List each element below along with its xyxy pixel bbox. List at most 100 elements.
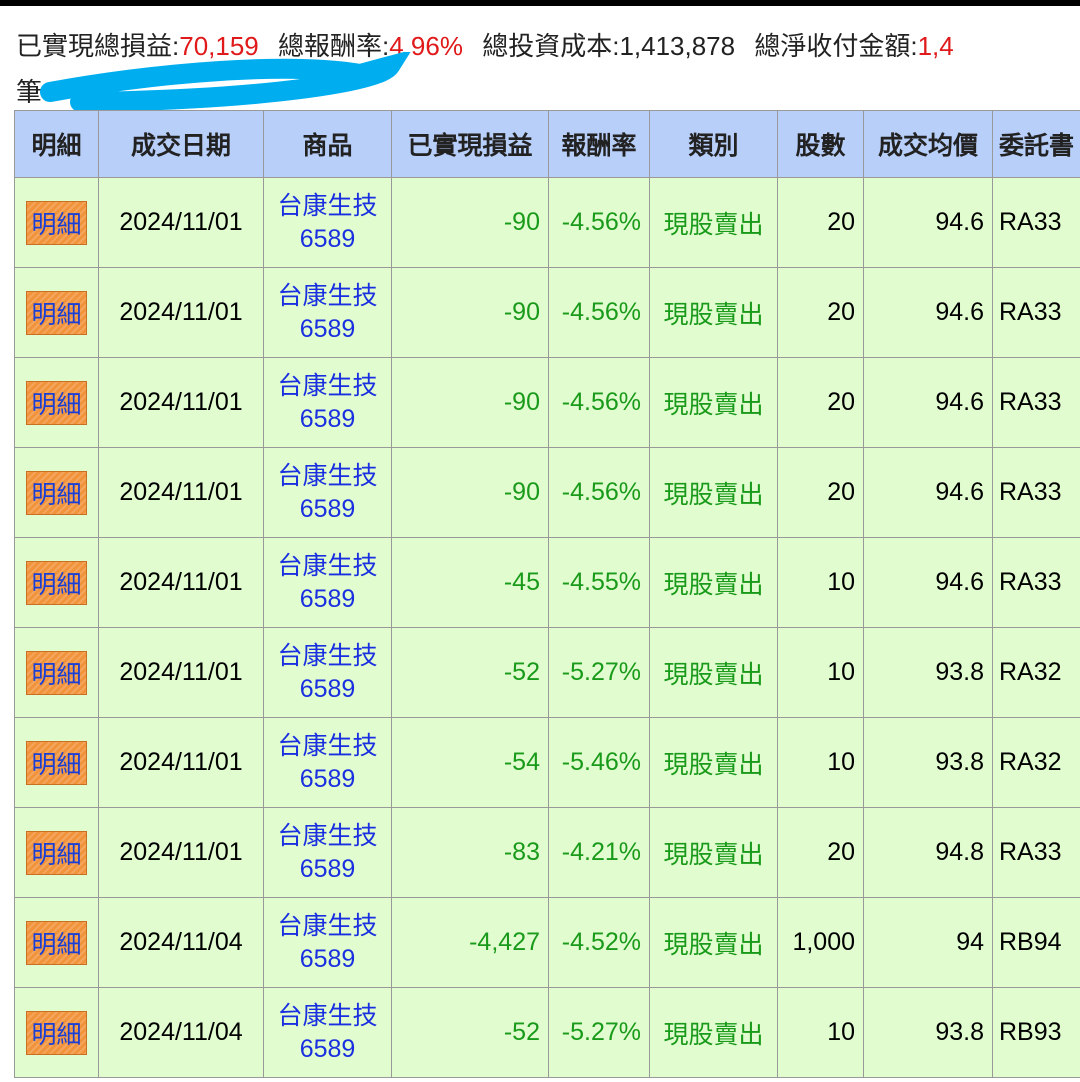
product-code[interactable]: 6589 xyxy=(272,673,383,706)
detail-cell: 明細 xyxy=(14,267,99,358)
rate-cell: -5.46% xyxy=(548,717,650,808)
product-name[interactable]: 台康生技 xyxy=(272,550,383,583)
price-cell: 94.6 xyxy=(863,447,993,538)
date-cell: 2024/11/01 xyxy=(98,717,264,808)
table-row: 明細 2024/11/01 台康生技 6589 -45 -4.55% 現股賣出 10 94.6 R… xyxy=(14,537,1080,628)
product-cell[interactable]: 台康生技 6589 xyxy=(263,447,392,538)
product-name[interactable]: 台康生技 xyxy=(272,910,383,943)
date-cell: 2024/11/01 xyxy=(98,537,264,628)
product-name[interactable]: 台康生技 xyxy=(272,460,383,493)
detail-button[interactable]: 明細 xyxy=(26,290,87,335)
product-cell[interactable]: 台康生技 6589 xyxy=(263,627,392,718)
order-cell: RB93 xyxy=(992,987,1080,1078)
detail-cell: 明細 xyxy=(14,987,99,1078)
qty-cell: 20 xyxy=(777,177,864,268)
detail-cell: 明細 xyxy=(14,177,99,268)
product-name[interactable]: 台康生技 xyxy=(272,190,383,223)
order-cell: RA33 xyxy=(992,267,1080,358)
column-header: 委託書 xyxy=(992,110,1080,178)
pl-cell: -90 xyxy=(391,177,549,268)
product-code[interactable]: 6589 xyxy=(272,493,383,526)
net-label: 總淨收付金額: xyxy=(754,31,918,61)
type-cell: 現股賣出 xyxy=(649,177,778,268)
product-code[interactable]: 6589 xyxy=(272,943,383,976)
detail-cell: 明細 xyxy=(14,537,99,628)
pl-cell: -4,427 xyxy=(391,897,549,988)
product-name[interactable]: 台康生技 xyxy=(272,280,383,313)
price-cell: 94.6 xyxy=(863,537,993,628)
type-cell: 現股賣出 xyxy=(649,357,778,448)
rate-cell: -4.21% xyxy=(548,807,650,898)
qty-cell: 20 xyxy=(777,807,864,898)
product-cell[interactable]: 台康生技 6589 xyxy=(263,807,392,898)
detail-button[interactable]: 明細 xyxy=(26,560,87,605)
product-cell[interactable]: 台康生技 6589 xyxy=(263,717,392,808)
table-row: 明細 2024/11/01 台康生技 6589 -54 -5.46% 現股賣出 10 93.8 R… xyxy=(14,717,1080,808)
order-cell: RA33 xyxy=(992,357,1080,448)
product-code[interactable]: 6589 xyxy=(272,763,383,796)
product-cell[interactable]: 台康生技 6589 xyxy=(263,177,392,268)
product-cell[interactable]: 台康生技 6589 xyxy=(263,537,392,628)
detail-button[interactable]: 明細 xyxy=(26,200,87,245)
column-header: 成交日期 xyxy=(98,110,264,178)
order-cell: RA33 xyxy=(992,447,1080,538)
detail-cell: 明細 xyxy=(14,627,99,718)
price-cell: 93.8 xyxy=(863,987,993,1078)
table-row: 明細 2024/11/01 台康生技 6589 -90 -4.56% 現股賣出 20 94.6 R… xyxy=(14,447,1080,538)
detail-button[interactable]: 明細 xyxy=(26,740,87,785)
qty-cell: 10 xyxy=(777,627,864,718)
rate-cell: -5.27% xyxy=(548,987,650,1078)
product-cell[interactable]: 台康生技 6589 xyxy=(263,357,392,448)
detail-button[interactable]: 明細 xyxy=(26,380,87,425)
product-name[interactable]: 台康生技 xyxy=(272,1000,383,1033)
product-code[interactable]: 6589 xyxy=(272,403,383,436)
detail-button[interactable]: 明細 xyxy=(26,650,87,695)
product-cell[interactable]: 台康生技 6589 xyxy=(263,267,392,358)
order-cell: RA32 xyxy=(992,627,1080,718)
price-cell: 94.8 xyxy=(863,807,993,898)
qty-cell: 10 xyxy=(777,987,864,1078)
date-cell: 2024/11/01 xyxy=(98,807,264,898)
pl-cell: -45 xyxy=(391,537,549,628)
product-code[interactable]: 6589 xyxy=(272,1033,383,1066)
detail-button[interactable]: 明細 xyxy=(26,920,87,965)
date-cell: 2024/11/01 xyxy=(98,447,264,538)
type-cell: 現股賣出 xyxy=(649,717,778,808)
order-cell: RA33 xyxy=(992,177,1080,268)
product-code[interactable]: 6589 xyxy=(272,223,383,256)
rate-cell: -4.56% xyxy=(548,177,650,268)
qty-cell: 10 xyxy=(777,537,864,628)
pl-cell: -52 xyxy=(391,627,549,718)
rate-cell: -4.52% xyxy=(548,897,650,988)
price-cell: 94.6 xyxy=(863,177,993,268)
column-header: 類別 xyxy=(649,110,778,178)
order-cell: RA33 xyxy=(992,537,1080,628)
detail-button[interactable]: 明細 xyxy=(26,470,87,515)
column-header: 成交均價 xyxy=(863,110,993,178)
rate-cell: -4.56% xyxy=(548,447,650,538)
product-cell[interactable]: 台康生技 6589 xyxy=(263,897,392,988)
detail-button[interactable]: 明細 xyxy=(26,1010,87,1055)
trade-table: 明細 成交日期 商品 已實現損益 報酬率 類別 股數 成交均價 委託書 明細 2024/11/01… xyxy=(14,110,1080,1078)
product-name[interactable]: 台康生技 xyxy=(272,730,383,763)
product-name[interactable]: 台康生技 xyxy=(272,640,383,673)
product-code[interactable]: 6589 xyxy=(272,313,383,346)
pl-cell: -54 xyxy=(391,717,549,808)
detail-button[interactable]: 明細 xyxy=(26,830,87,875)
qty-cell: 10 xyxy=(777,717,864,808)
product-code[interactable]: 6589 xyxy=(272,583,383,616)
type-cell: 現股賣出 xyxy=(649,987,778,1078)
date-cell: 2024/11/01 xyxy=(98,177,264,268)
product-name[interactable]: 台康生技 xyxy=(272,370,383,403)
date-cell: 2024/11/04 xyxy=(98,987,264,1078)
product-cell[interactable]: 台康生技 6589 xyxy=(263,987,392,1078)
price-cell: 94.6 xyxy=(863,267,993,358)
table-row: 明細 2024/11/01 台康生技 6589 -90 -4.56% 現股賣出 20 94.6 R… xyxy=(14,357,1080,448)
pl-cell: -90 xyxy=(391,447,549,538)
type-cell: 現股賣出 xyxy=(649,807,778,898)
table-row: 明細 2024/11/01 台康生技 6589 -52 -5.27% 現股賣出 10 93.8 R… xyxy=(14,627,1080,718)
product-code[interactable]: 6589 xyxy=(272,853,383,886)
product-name[interactable]: 台康生技 xyxy=(272,820,383,853)
rate-cell: -4.56% xyxy=(548,357,650,448)
count-label: 筆 xyxy=(16,77,43,107)
